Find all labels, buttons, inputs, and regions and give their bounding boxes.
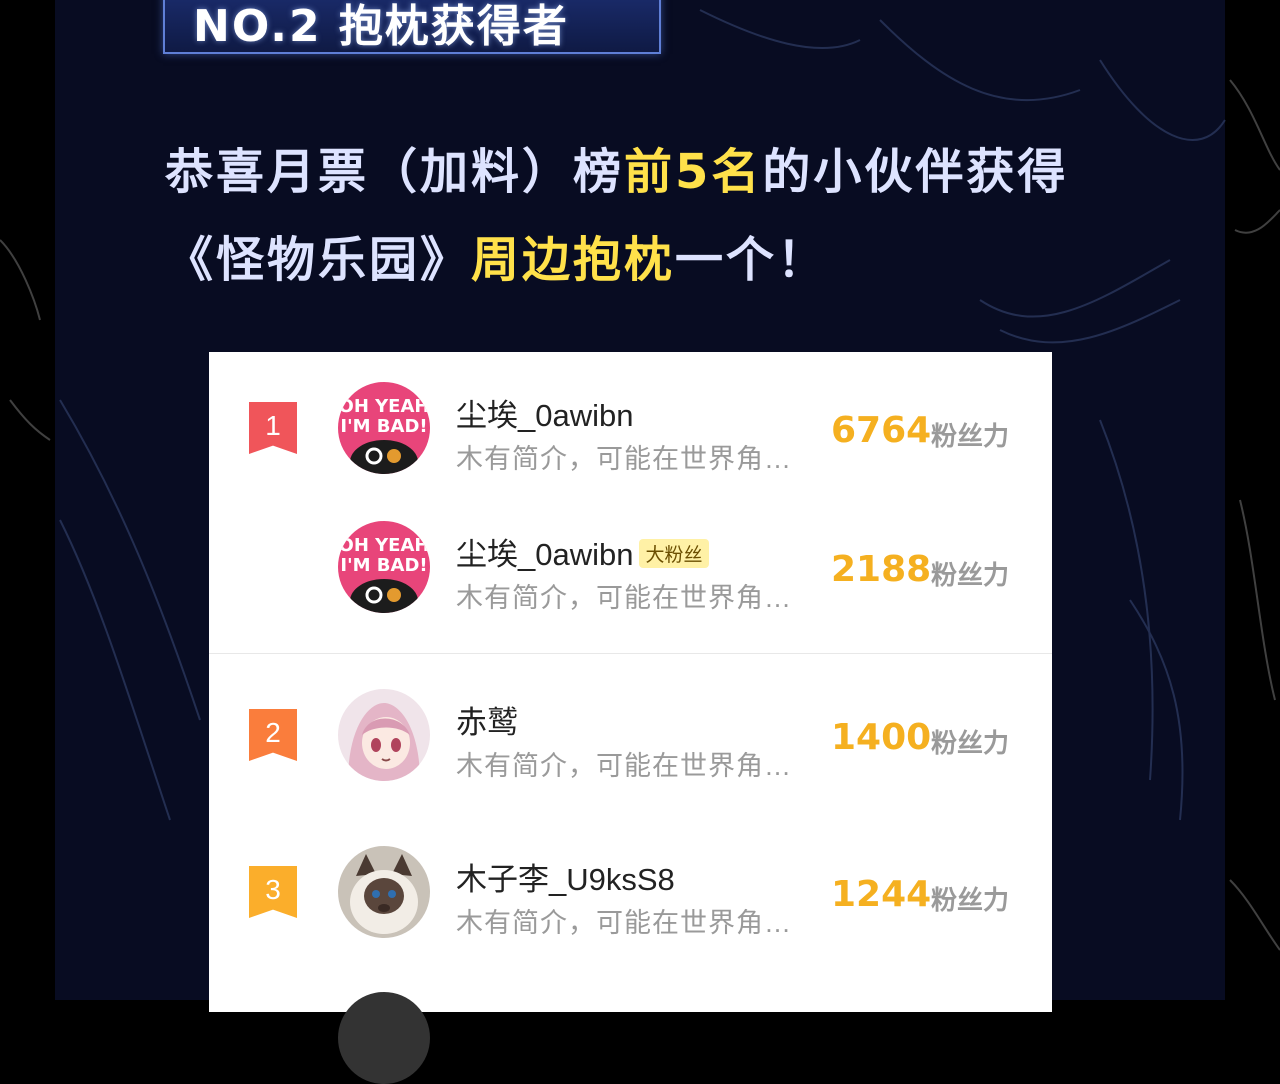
oh-yeah-im-bad-icon[interactable]: OH YEAH I'M BAD!	[338, 521, 430, 613]
headline-text: 的小伙伴获得	[762, 144, 1069, 200]
fan-power-label: 粉丝力	[931, 561, 1010, 591]
oh-yeah-im-bad-icon[interactable]: OH YEAH I'M BAD!	[338, 382, 430, 474]
svg-text:OH YEAH: OH YEAH	[339, 396, 430, 417]
headline-highlight: 周边抱枕	[471, 232, 676, 288]
fan-power-score: 6764	[831, 410, 932, 451]
user-bio: 木有简介，可能在世界角…	[456, 751, 792, 781]
svg-text:I'M BAD!: I'M BAD!	[340, 416, 427, 437]
rank-badge: 2	[249, 709, 297, 761]
fan-power-label: 粉丝力	[931, 886, 1010, 916]
headline-line-2: 《怪物乐园》周边抱枕一个！	[165, 220, 1165, 290]
username[interactable]: 赤鹫	[456, 697, 518, 742]
user-bio: 木有简介，可能在世界角…	[456, 583, 792, 613]
user-bio: 木有简介，可能在世界角…	[456, 444, 792, 474]
rank-badge: 3	[249, 866, 297, 918]
fan-power-label: 粉丝力	[931, 422, 1010, 452]
headline-highlight: 前5名	[624, 144, 763, 200]
anime-girl-icon[interactable]	[338, 689, 430, 781]
username[interactable]: 木子李_U9ksS8	[456, 854, 675, 899]
leaderboard-row[interactable]: 1 OH YEAH I'M BAD! 尘埃_0awibn 木有简介，可能在世界角…	[209, 352, 1052, 474]
avatar[interactable]	[338, 992, 430, 1084]
username[interactable]: 尘埃_0awibn	[456, 390, 633, 435]
svg-text:I'M BAD!: I'M BAD!	[340, 555, 427, 576]
cat-icon[interactable]	[338, 846, 430, 938]
user-bio: 木有简介，可能在世界角…	[456, 908, 792, 938]
rank-title-text: NO.2 抱枕获得者	[193, 1, 569, 52]
leaderboard-row[interactable]: 2 赤鹫 木有简介，可能在世界角… 1400 粉丝力	[209, 659, 1052, 781]
leaderboard-card: 1 OH YEAH I'M BAD! 尘埃_0awibn 木有简介，可能在世界角…	[209, 352, 1052, 1084]
fan-power-score: 1400	[831, 717, 932, 758]
fan-power-score: 1244	[831, 874, 932, 915]
fan-power-score: 2188	[831, 549, 932, 590]
rank-badge: 1	[249, 402, 297, 454]
leaderboard-row[interactable]: OH YEAH I'M BAD! 尘埃_0awibn 大粉丝 木有简介，可能在世界…	[209, 491, 1052, 613]
row-divider	[209, 653, 1052, 654]
username[interactable]: 尘埃_0awibn 大粉丝	[456, 529, 709, 574]
headline-text: 恭喜月票（加料）榜	[165, 144, 625, 200]
headline-text: 一个！	[675, 232, 829, 288]
headline-text: 《怪物乐园》	[165, 232, 472, 288]
big-fan-tag: 大粉丝	[639, 539, 709, 568]
leaderboard-row[interactable]: 3 木子李_U9ksS8 木有简介，可能在世界角… 1244 粉丝力	[209, 816, 1052, 938]
headline-line-1: 恭喜月票（加料）榜前5名的小伙伴获得	[165, 132, 1165, 202]
rank-title-badge: NO.2 抱枕获得者	[163, 0, 661, 54]
fan-power-label: 粉丝力	[931, 729, 1010, 759]
svg-text:OH YEAH: OH YEAH	[339, 535, 430, 556]
